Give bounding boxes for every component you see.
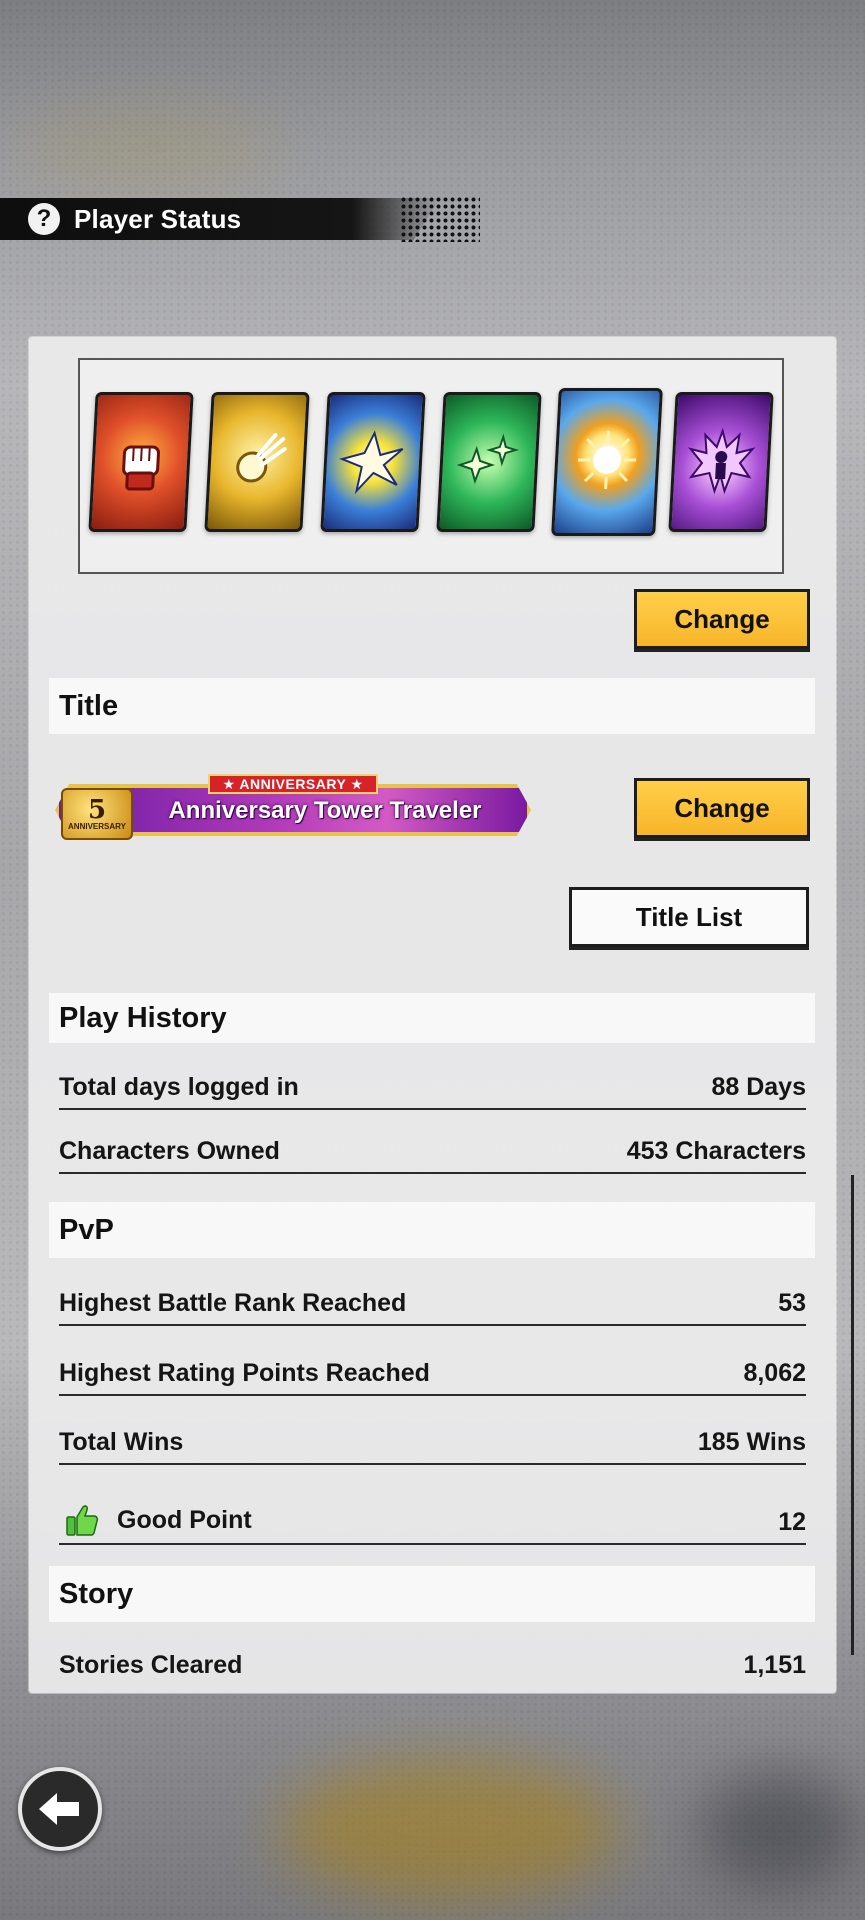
stat-value: 8,062 xyxy=(743,1359,806,1387)
stat-label: Highest Rating Points Reached xyxy=(59,1359,430,1387)
stat-label: Good Point xyxy=(117,1505,252,1534)
stat-label: Total days logged in xyxy=(59,1073,299,1101)
stat-value: 88 Days xyxy=(711,1073,806,1101)
header-dot-pattern xyxy=(400,196,480,242)
question-circle-icon[interactable]: ? xyxy=(28,203,60,235)
stat-row: Good Point 12 xyxy=(59,1483,806,1545)
section-heading-story: Story xyxy=(49,1566,815,1622)
title-banner-text: Anniversary Tower Traveler xyxy=(168,797,482,824)
anniversary-badge-icon: 5 ANNIVERSARY xyxy=(61,788,133,840)
stat-label: Total Wins xyxy=(59,1428,184,1456)
section-heading-pvp: PvP xyxy=(49,1202,815,1258)
background-blur xyxy=(280,1760,620,1900)
stat-value: 453 Characters xyxy=(626,1137,806,1165)
back-button[interactable] xyxy=(18,1767,102,1851)
deck-change-button[interactable]: Change xyxy=(634,589,810,649)
stat-label: Characters Owned xyxy=(59,1137,280,1165)
stat-value: 12 xyxy=(778,1508,806,1536)
title-list-button[interactable]: Title List xyxy=(569,887,809,947)
title-banner: ★ ANNIVERSARY ★ 5 ANNIVERSARY Anniversar… xyxy=(55,774,531,846)
page-title: Player Status xyxy=(74,203,242,234)
stat-value: 53 xyxy=(778,1289,806,1317)
stat-label: Stories Cleared xyxy=(59,1651,243,1679)
stat-label: Highest Battle Rank Reached xyxy=(59,1289,407,1317)
stat-value: 185 Wins xyxy=(697,1428,806,1456)
thumbs-up-icon xyxy=(66,1505,99,1536)
section-heading-title: Title xyxy=(49,678,815,734)
background-blur xyxy=(20,110,280,190)
stat-value: 1,151 xyxy=(743,1651,806,1679)
back-arrow-icon xyxy=(39,1793,79,1825)
clash-card-icon xyxy=(320,392,426,532)
stat-row: Total Wins 185 Wins xyxy=(59,1405,806,1465)
title-change-button[interactable]: Change xyxy=(634,778,810,838)
stat-row: Stories Cleared 1,151 xyxy=(59,1626,806,1686)
ki-blast-card-icon xyxy=(204,392,310,532)
scrollbar[interactable] xyxy=(851,1175,854,1655)
stat-label-group: Good Point xyxy=(59,1503,252,1537)
stat-row: Highest Rating Points Reached 8,062 xyxy=(59,1336,806,1396)
fist-card-icon xyxy=(88,392,194,532)
badge-subtext: ANNIVERSARY xyxy=(68,822,126,831)
stat-row: Characters Owned 453 Characters xyxy=(59,1114,806,1174)
stat-row: Total days logged in 88 Days xyxy=(59,1050,806,1110)
badge-number: 5 xyxy=(87,795,107,825)
sparkle-card-icon xyxy=(436,392,542,532)
aura-card-icon xyxy=(668,392,774,532)
section-heading-play-history: Play History xyxy=(49,993,815,1043)
burst-card-icon xyxy=(551,388,663,536)
title-banner-tag: ★ ANNIVERSARY ★ xyxy=(208,774,378,794)
background-blur xyxy=(700,1770,860,1890)
stat-row: Highest Battle Rank Reached 53 xyxy=(59,1266,806,1326)
header-bar: ? Player Status xyxy=(0,198,440,240)
